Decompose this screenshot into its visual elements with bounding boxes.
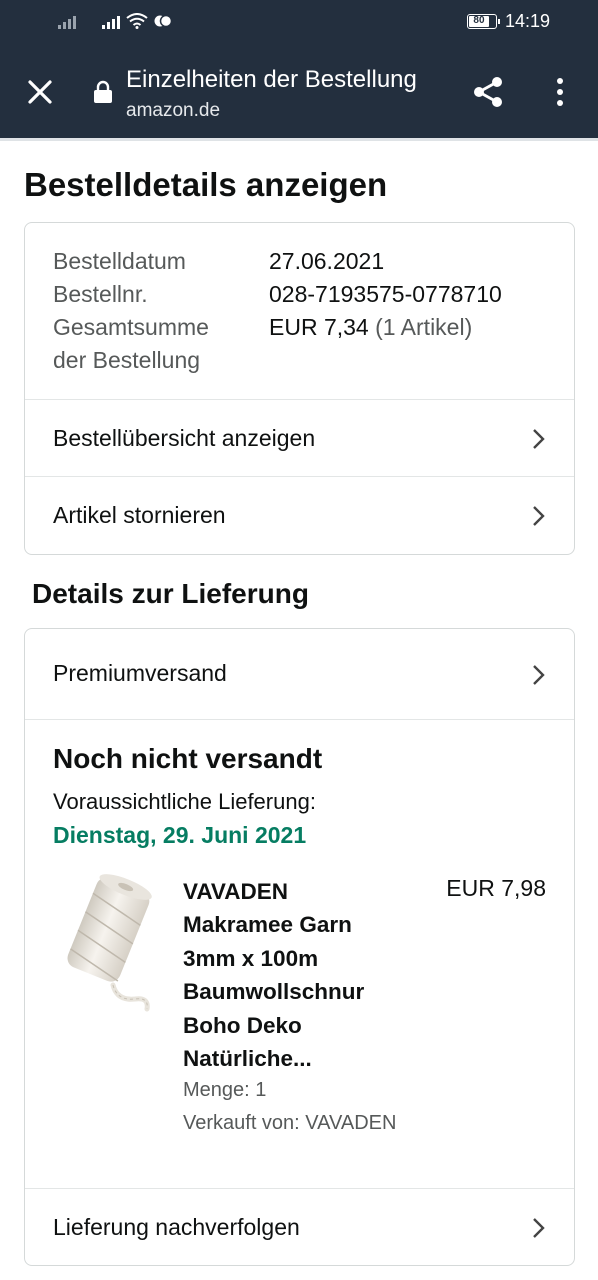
cancel-item-label: Artikel stornieren xyxy=(53,502,226,528)
divider xyxy=(25,719,574,720)
product-title-link[interactable]: VAVADEN Makramee Garn 3mm x 100m Baumwol… xyxy=(183,875,413,1075)
order-summary-link[interactable]: Bestellübersicht anzeigen xyxy=(25,399,574,476)
eta-date: Dienstag, 29. Juni 2021 xyxy=(53,822,307,848)
more-options-icon[interactable] xyxy=(546,74,574,110)
order-info-card: Bestelldatum 27.06.2021 Bestellnr. 028-7… xyxy=(24,222,575,555)
battery-level: 80 xyxy=(468,16,489,27)
status-icons xyxy=(58,13,172,29)
signal-1-icon xyxy=(58,13,76,29)
product-title-line: Natürliche... xyxy=(183,1046,312,1072)
eta-label: Voraussichtliche Lieferung: xyxy=(53,789,316,814)
delivery-section-title: Details zur Lieferung xyxy=(32,578,309,609)
chevron-right-icon xyxy=(533,664,545,685)
order-number-row: Bestellnr. 028-7193575-0778710 xyxy=(53,278,502,311)
cancel-item-link[interactable]: Artikel stornieren xyxy=(25,476,574,554)
product-image[interactable] xyxy=(51,873,161,1013)
close-icon[interactable] xyxy=(22,74,58,110)
order-number-value: 028-7193575-0778710 xyxy=(269,281,502,307)
status-bar: 80 14:19 xyxy=(0,0,598,44)
toolbar-divider xyxy=(0,138,598,141)
product-price: EUR 7,98 xyxy=(446,875,546,901)
product-title-line: Baumwollschnur xyxy=(183,979,365,1005)
product-title-line: 3mm x 100m xyxy=(183,945,319,971)
order-total-label-line-1: Gesamtsumme xyxy=(53,314,209,340)
notification-icon xyxy=(154,14,172,28)
shipping-method-link[interactable]: Premiumversand xyxy=(25,629,574,720)
product-seller: Verkauft von: VAVADEN xyxy=(183,1112,397,1134)
status-right: 80 14:19 xyxy=(466,11,550,32)
browser-toolbar: Einzelheiten der Bestellung amazon.de xyxy=(0,44,598,138)
order-total-amount: EUR 7,34 xyxy=(269,314,369,340)
chevron-right-icon xyxy=(533,429,545,449)
product-title-line: Makramee Garn xyxy=(183,912,352,938)
order-total-label-line-2: der Bestellung xyxy=(53,347,201,373)
chevron-right-icon xyxy=(533,1218,545,1238)
lock-icon xyxy=(94,80,112,103)
product-title-line: VAVADEN xyxy=(183,879,289,904)
order-date-row: Bestelldatum 27.06.2021 xyxy=(53,245,502,278)
battery-icon: 80 xyxy=(466,14,500,29)
order-total-label: Gesamtsumme der Bestellung xyxy=(53,311,269,377)
track-delivery-label: Lieferung nachverfolgen xyxy=(53,1214,300,1240)
product-quantity: Menge: 1 xyxy=(183,1079,267,1101)
browser-page-title: Einzelheiten der Bestellung xyxy=(126,66,417,93)
page-title: Bestelldetails anzeigen xyxy=(24,166,388,203)
order-info-grid: Bestelldatum 27.06.2021 Bestellnr. 028-7… xyxy=(53,245,502,377)
order-total-row: Gesamtsumme der Bestellung EUR 7,34 (1 A… xyxy=(53,311,502,377)
shipping-method-label: Premiumversand xyxy=(53,659,227,686)
order-date-label: Bestelldatum xyxy=(53,248,186,274)
order-date-value: 27.06.2021 xyxy=(269,248,385,274)
shipment-status: Noch nicht versandt xyxy=(53,743,323,774)
order-number-label: Bestellnr. xyxy=(53,281,148,307)
product-title-line: Boho Deko xyxy=(183,1012,302,1038)
order-item-count: (1 Artikel) xyxy=(375,314,473,340)
clock: 14:19 xyxy=(504,11,550,31)
track-delivery-link[interactable]: Lieferung nachverfolgen xyxy=(25,1188,574,1265)
delivery-card: Premiumversand Noch nicht versandt Vorau… xyxy=(24,628,575,1266)
share-icon[interactable] xyxy=(470,74,506,110)
order-total-value: EUR 7,34 (1 Artikel) xyxy=(269,311,472,377)
wifi-icon xyxy=(126,13,148,29)
order-summary-label: Bestellübersicht anzeigen xyxy=(53,425,316,451)
chevron-right-icon xyxy=(533,506,545,526)
browser-url: amazon.de xyxy=(126,100,221,121)
signal-2-icon xyxy=(102,13,120,29)
